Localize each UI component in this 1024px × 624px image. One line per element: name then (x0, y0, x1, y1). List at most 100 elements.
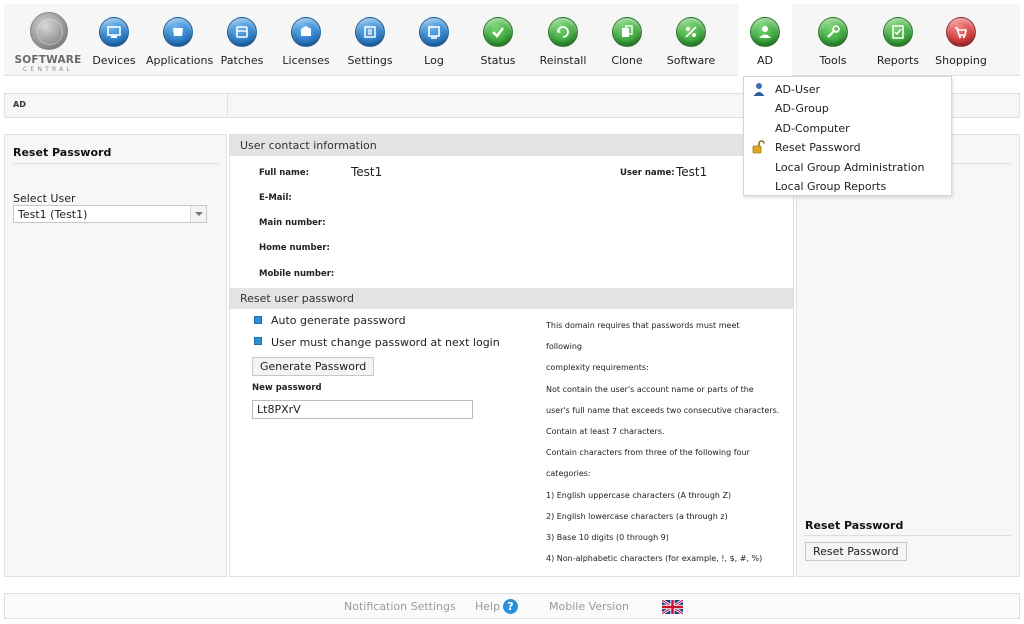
menu-item-label: AD-User (775, 83, 821, 96)
footer: Notification Settings Help ? Mobile Vers… (4, 593, 1020, 619)
devices-icon (99, 17, 129, 47)
nav-item-reinstall[interactable]: Reinstall (531, 4, 595, 76)
menu-item-local-group-reports[interactable]: Local Group Reports (744, 177, 951, 196)
nav-item-label: Tools (819, 54, 847, 67)
nav-item-label: Status (480, 54, 516, 67)
requirement-line: 1) English uppercase characters (A throu… (546, 490, 732, 500)
user-name-label: User name: (620, 168, 675, 178)
email-label: E-Mail: (259, 193, 292, 203)
nav-item-devices[interactable]: Devices (82, 4, 146, 76)
settings-icon (355, 17, 385, 47)
select-user-value: Test1 (Test1) (18, 208, 88, 221)
uk-flag-icon[interactable] (662, 600, 683, 614)
full-name-value: Test1 (351, 165, 383, 179)
software-icon (676, 17, 706, 47)
mobile-version-link[interactable]: Mobile Version (549, 600, 629, 613)
licenses-icon (291, 17, 321, 47)
nav-item-label: Devices (92, 54, 136, 67)
user-icon (753, 83, 765, 96)
auto-generate-label: Auto generate password (271, 314, 406, 327)
menu-item-ad-group[interactable]: AD-Group (744, 99, 951, 118)
nav-item-licenses[interactable]: Licenses (274, 4, 338, 76)
software-central-logo[interactable]: SOFTWARE CENTRAL (8, 10, 88, 73)
menu-item-ad-computer[interactable]: AD-Computer (744, 119, 951, 138)
brand-line-2: CENTRAL (23, 66, 73, 73)
nav-item-status[interactable]: Status (466, 4, 530, 76)
nav-item-settings[interactable]: Settings (338, 4, 402, 76)
breadcrumb-divider (227, 94, 228, 117)
notification-settings-link[interactable]: Notification Settings (344, 600, 456, 613)
requirement-line: Contain at least 7 characters. (546, 427, 665, 436)
contact-section-title: User contact information (240, 139, 377, 152)
requirement-line: Contain characters from three of the fol… (546, 448, 750, 458)
nav-item-reports[interactable]: Reports (866, 4, 930, 76)
help-link[interactable]: Help (475, 600, 500, 613)
requirement-line: following (546, 342, 582, 352)
nav-item-label: Shopping (935, 54, 987, 67)
select-user-dropdown[interactable]: Test1 (Test1) (13, 205, 207, 223)
menu-item-local-group-administration[interactable]: Local Group Administration (744, 158, 951, 177)
log-icon (419, 17, 449, 47)
menu-item-label: AD-Computer (775, 121, 850, 135)
requirement-line: complexity requirements: (546, 363, 649, 373)
requirement-line: Not contain the user's account name or p… (546, 384, 754, 394)
nav-item-label: Applications (146, 54, 214, 67)
nav-item-clone[interactable]: Clone (595, 4, 659, 76)
auto-generate-checkbox[interactable] (254, 316, 262, 324)
must-change-label: User must change password at next login (271, 336, 500, 349)
clone-icon (612, 17, 642, 47)
new-password-input[interactable] (252, 400, 473, 419)
patches-icon (227, 17, 257, 47)
shopping-icon (946, 17, 976, 47)
tools-icon (818, 17, 848, 47)
menu-item-ad-user[interactable]: AD-User (744, 80, 951, 99)
nav-item-label: Patches (220, 54, 264, 67)
reinstall-icon (548, 17, 578, 47)
reset-section-header: Reset user password (230, 288, 793, 309)
main-number-label: Main number: (259, 218, 326, 228)
nav-item-log[interactable]: Log (402, 4, 466, 76)
nav-item-tools[interactable]: Tools (801, 4, 865, 76)
user-name-value: Test1 (676, 165, 708, 179)
reset-password-button[interactable]: Reset Password (805, 542, 907, 561)
help-icon[interactable]: ? (503, 599, 518, 614)
status-icon (483, 17, 513, 47)
menu-item-label: Reset Password (775, 141, 861, 155)
right-panel: Reset Password Reset Password (796, 134, 1020, 577)
nav-item-label: AD (757, 54, 773, 67)
center-panel: User contact information Full name: Test… (229, 134, 794, 577)
breadcrumb-text: AD (13, 100, 26, 109)
must-change-checkbox[interactable] (254, 337, 262, 345)
left-panel-title: Reset Password (13, 146, 112, 159)
requirement-line: 3) Base 10 digits (0 through 9) (546, 533, 669, 542)
nav-item-label: Software (666, 54, 716, 67)
generate-password-button[interactable]: Generate Password (252, 357, 375, 376)
nav-item-software[interactable]: Software (659, 4, 723, 76)
contact-section-header: User contact information (230, 135, 793, 156)
nav-item-ad[interactable]: AD (738, 4, 792, 76)
divider (13, 163, 219, 164)
reports-icon (883, 17, 913, 47)
new-password-label: New password (252, 383, 322, 393)
requirement-line: 2) English lowercase characters (a throu… (546, 511, 728, 521)
requirement-line: This domain requires that passwords must… (546, 321, 740, 330)
menu-item-reset-password[interactable]: Reset Password (744, 138, 951, 157)
reset-section-title: Reset user password (240, 292, 354, 305)
divider (805, 535, 1011, 536)
nav-item-label: Reports (876, 54, 920, 67)
nav-item-applications[interactable]: Applications (146, 4, 214, 76)
nav-item-shopping[interactable]: Shopping (929, 4, 993, 76)
ad-dropdown-menu: AD-User AD-Group AD-Computer Reset Password… (743, 76, 952, 196)
nav-item-patches[interactable]: Patches (210, 4, 274, 76)
mobile-number-label: Mobile number: (259, 269, 335, 279)
globe-logo-icon (30, 12, 68, 50)
nav-item-label: Settings (347, 54, 393, 67)
applications-icon (163, 17, 193, 47)
brand-line-1: SOFTWARE (14, 54, 82, 66)
menu-item-label: Local Group Administration (775, 160, 925, 174)
padlock-icon (752, 140, 765, 154)
chevron-down-icon[interactable] (190, 206, 206, 222)
nav-item-label: Licenses (282, 54, 330, 67)
right-panel-title: Reset Password (805, 519, 904, 532)
full-name-label: Full name: (259, 168, 310, 178)
